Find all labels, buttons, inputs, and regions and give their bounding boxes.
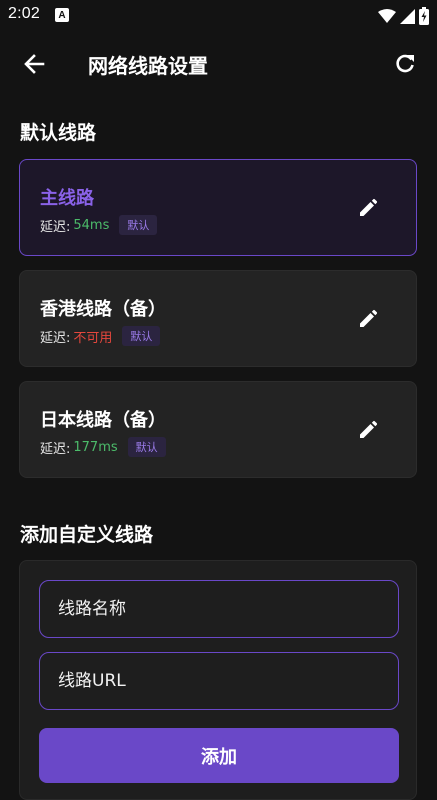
refresh-button[interactable]	[389, 48, 421, 80]
custom-route-title: 添加自定义线路	[20, 524, 154, 546]
app-bar: 网络线路设置	[0, 32, 437, 96]
pencil-icon	[360, 309, 378, 327]
route-name: 日本线路（备）	[40, 410, 166, 431]
route-latency-row: 延迟: 不可用 默认	[40, 326, 161, 346]
route-card-main[interactable]: 主线路 延迟: 54ms 默认	[19, 159, 417, 256]
latency-value: 54ms	[73, 217, 110, 233]
route-name: 香港线路（备）	[40, 299, 166, 320]
pencil-icon	[360, 198, 378, 216]
status-bar: 2:02 A	[0, 0, 437, 32]
status-time: 2:02	[8, 5, 40, 22]
add-button[interactable]: 添加	[39, 728, 399, 783]
route-url-field[interactable]	[39, 652, 399, 710]
cell-signal-icon	[400, 8, 415, 24]
arrow-left-icon	[24, 54, 45, 74]
route-name-input[interactable]	[40, 581, 398, 637]
route-url-input[interactable]	[40, 653, 398, 709]
default-routes-title: 默认线路	[20, 122, 97, 144]
latency-label: 延迟:	[40, 219, 71, 235]
default-badge: 默认	[122, 326, 161, 346]
latency-value: 177ms	[73, 439, 118, 455]
notification-icon: A	[55, 8, 69, 22]
status-icons	[378, 6, 429, 26]
page-title: 网络线路设置	[88, 54, 208, 78]
route-name-field[interactable]	[39, 580, 399, 638]
route-card-hongkong[interactable]: 香港线路（备） 延迟: 不可用 默认	[19, 270, 417, 367]
refresh-icon	[396, 54, 414, 73]
wifi-icon	[378, 9, 396, 23]
edit-route-button[interactable]	[356, 196, 380, 220]
battery-icon	[419, 7, 429, 25]
edit-route-button[interactable]	[356, 418, 380, 442]
latency-label: 延迟:	[40, 441, 71, 457]
pencil-icon	[360, 420, 378, 438]
add-route-panel: 添加	[19, 560, 417, 800]
edit-route-button[interactable]	[356, 307, 380, 331]
latency-value: 不可用	[73, 330, 113, 346]
default-badge: 默认	[119, 215, 158, 235]
default-badge: 默认	[127, 437, 166, 457]
route-latency-row: 延迟: 177ms 默认	[40, 437, 166, 457]
latency-label: 延迟:	[40, 330, 71, 346]
back-button[interactable]	[18, 48, 50, 80]
route-card-japan[interactable]: 日本线路（备） 延迟: 177ms 默认	[19, 381, 417, 478]
route-latency-row: 延迟: 54ms 默认	[40, 215, 158, 235]
route-name: 主线路	[40, 188, 94, 209]
